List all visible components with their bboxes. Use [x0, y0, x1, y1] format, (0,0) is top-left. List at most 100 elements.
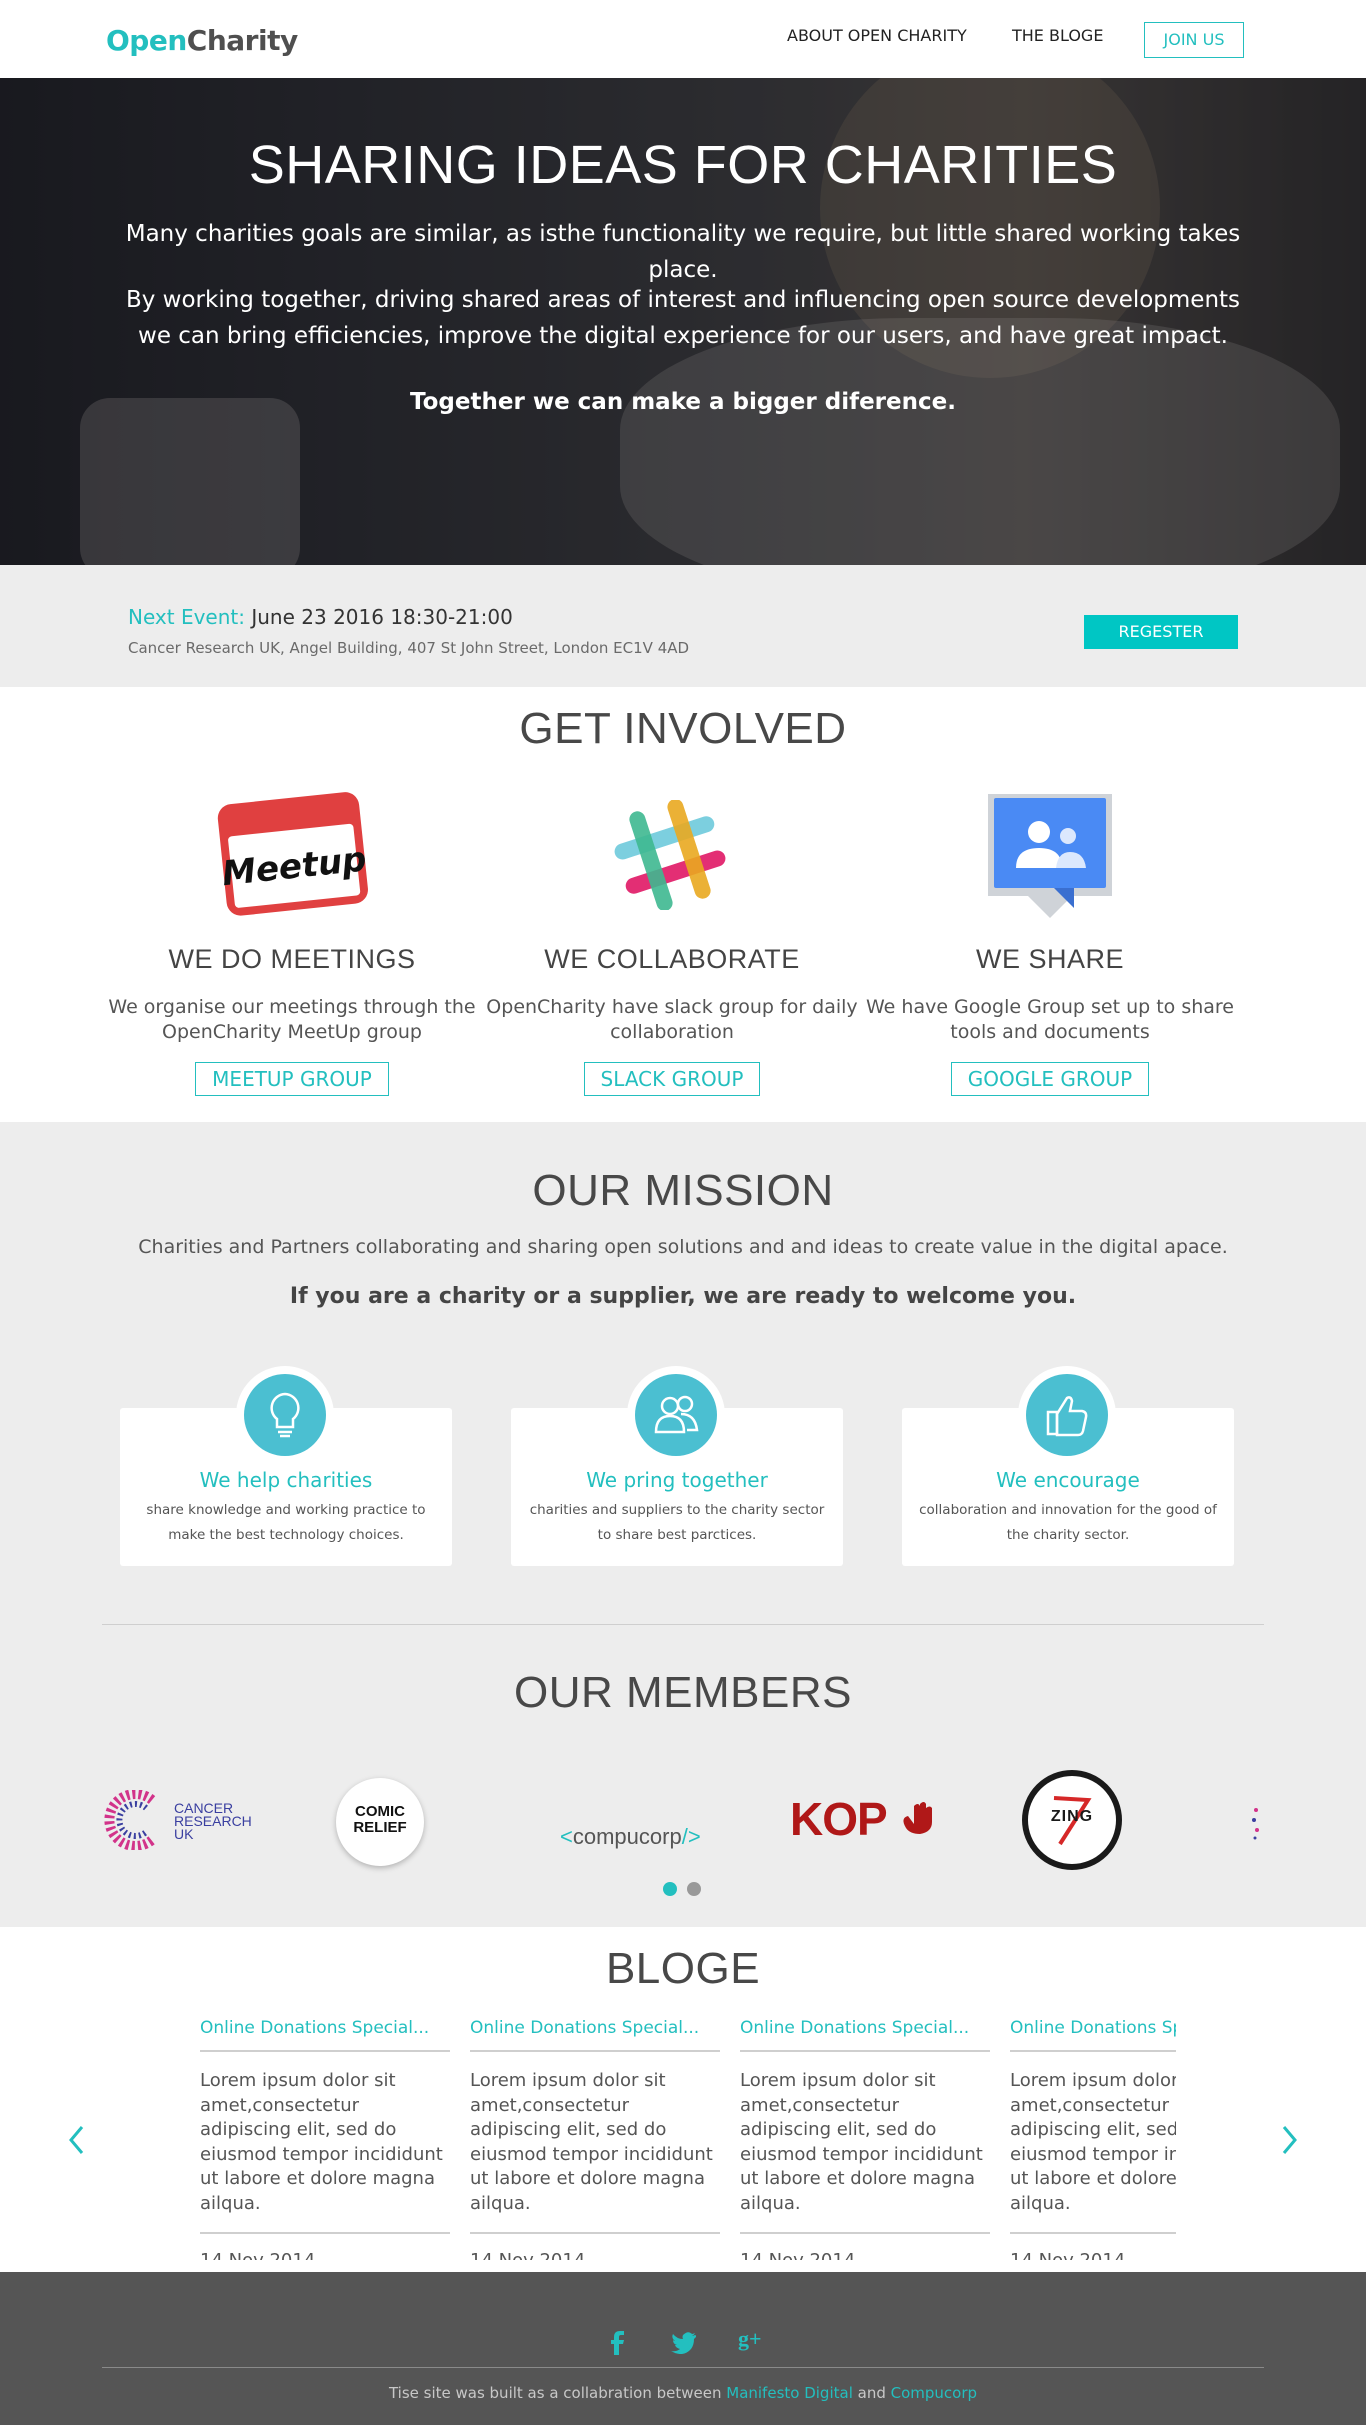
blog-divider — [200, 2232, 450, 2234]
google-plus-icon[interactable]: g+ — [738, 2326, 762, 2352]
collaborate-description: OpenCharity have slack group for daily c… — [486, 996, 858, 1043]
card-text: charities and suppliers to the charity s… — [529, 1502, 825, 1543]
member-logo-comic-relief[interactable]: COMIC RELIEF — [336, 1778, 424, 1866]
blog-post-title[interactable]: Online Donations Special... — [1010, 2018, 1176, 2038]
card-title: We help charities — [199, 1468, 373, 1492]
comic-line-1: COMIC — [355, 1803, 405, 1820]
member-logo-compucorp[interactable]: <compucorp/> — [560, 1824, 701, 1850]
blog-divider — [200, 2050, 450, 2052]
footer-text: and — [852, 2384, 891, 2402]
mission-title: OUR MISSION — [532, 1166, 834, 1215]
mission-card: We encourage collaboration and innovatio… — [902, 1366, 1234, 1566]
blog-post[interactable]: Online Donations Special... Lorem ipsum … — [740, 2018, 990, 2260]
card-text: share knowledge and working practice to … — [146, 1502, 426, 1543]
blog-carousel: Online Donations Special... Lorem ipsum … — [200, 2010, 1176, 2260]
partial-logo-icon — [1252, 1808, 1259, 1840]
kop-hand-icon — [903, 1802, 932, 1834]
mission-line-1: Charities and Partners collaborating and… — [138, 1236, 1228, 1258]
compucorp-link[interactable]: Compucorp — [891, 2384, 977, 2402]
blog-divider — [1010, 2232, 1176, 2234]
hero-paragraph-2: By working together, driving shared area… — [125, 287, 1241, 349]
blog-divider — [470, 2232, 720, 2234]
twitter-icon[interactable] — [670, 2332, 696, 2354]
members-title: OUR MEMBERS — [514, 1668, 852, 1717]
blog-post[interactable]: Online Donations Special... Lorem ipsum … — [1010, 2018, 1176, 2260]
event-address: Cancer Research UK, Angel Building, 407 … — [128, 639, 690, 657]
blog-post-date: 14 Nov 2014 — [470, 2250, 720, 2260]
blog-divider — [1010, 2050, 1176, 2052]
blog-post-body: Lorem ipsum dolor sit amet,consectetur a… — [740, 2070, 983, 2214]
chevron-right-icon[interactable] — [1278, 2124, 1300, 2156]
get-involved-title: GET INVOLVED — [519, 704, 847, 753]
site-header: OpenCharity ABOUT OPEN CHARITY THE BLOGE… — [0, 0, 1366, 78]
meetup-logo-icon: Meetup — [217, 792, 368, 916]
card-icon-circle — [627, 1366, 725, 1464]
site-footer: g+ Tise site was built as a collabration… — [0, 2272, 1366, 2425]
join-us-button[interactable]: JOIN US — [1144, 22, 1244, 58]
blog-post-body: Lorem ipsum dolor sit amet,consectetur a… — [200, 2070, 443, 2214]
carousel-dot-active[interactable] — [663, 1882, 677, 1896]
mission-section: OUR MISSION Charities and Partners colla… — [0, 1122, 1366, 1927]
share-column: WE SHARE We have Google Group set up to … — [860, 944, 1240, 1096]
blog-title: BLOGE — [605, 1944, 761, 1993]
google-group-button[interactable]: GOOGLE GROUP — [950, 1062, 1150, 1096]
meetup-group-button[interactable]: MEETUP GROUP — [195, 1062, 389, 1096]
carousel-dot[interactable] — [687, 1882, 701, 1896]
meetings-description: We organise our meetings through the Ope… — [108, 996, 476, 1043]
kop-text: KOP — [790, 1793, 888, 1845]
member-logo-cancer-research[interactable]: CANCER RESEARCH UK — [102, 1790, 262, 1850]
blog-post-date: 14 Nov 2014 — [1010, 2250, 1176, 2260]
collaborate-heading: WE COLLABORATE — [544, 944, 800, 974]
nav-about[interactable]: ABOUT OPEN CHARITY — [787, 26, 967, 45]
meetings-column: WE DO MEETINGS We organise our meetings … — [102, 944, 482, 1096]
next-event-bar: Next Event: June 23 2016 18:30-21:00 Can… — [0, 565, 1366, 687]
member-logo-zing[interactable]: ZING — [1022, 1770, 1122, 1870]
footer-text: Tise site was built as a collabration be… — [388, 2384, 727, 2402]
share-description: We have Google Group set up to share too… — [866, 996, 1234, 1043]
event-date: June 23 2016 18:30-21:00 — [251, 605, 513, 629]
logo-open: Open — [106, 24, 187, 57]
facebook-icon[interactable] — [608, 2330, 626, 2356]
footer-divider — [102, 2367, 1264, 2368]
event-line: Next Event: June 23 2016 18:30-21:00 — [128, 605, 513, 629]
hero-title: SHARING IDEAS FOR CHARITIES — [248, 135, 1118, 195]
card-icon-circle — [236, 1366, 334, 1464]
blog-post[interactable]: Online Donations Special... Lorem ipsum … — [470, 2018, 720, 2260]
compucorp-text: compucorp — [572, 1824, 682, 1849]
footer-credit: Tise site was built as a collabration be… — [0, 2384, 1366, 2402]
mission-card: We help charities share knowledge and wo… — [120, 1366, 452, 1566]
lightbulb-icon — [270, 1392, 300, 1438]
blog-post-title[interactable]: Online Donations Special... — [470, 2018, 720, 2038]
member-logo-kop[interactable]: KOP — [790, 1792, 950, 1852]
share-heading: WE SHARE — [975, 944, 1125, 974]
hero-paragraph-1: Many charities goals are similar, as ist… — [125, 221, 1241, 283]
blog-post-title[interactable]: Online Donations Special... — [740, 2018, 990, 2038]
comic-line-2: RELIEF — [353, 1819, 407, 1836]
blog-post-title[interactable]: Online Donations Special... — [200, 2018, 450, 2038]
blog-post-body: Lorem ipsum dolor sit amet,consectetur a… — [1010, 2070, 1176, 2214]
mission-card: We pring together charities and supplier… — [511, 1366, 843, 1566]
blog-post-date: 14 Nov 2014 — [200, 2250, 450, 2260]
chevron-left-icon[interactable] — [66, 2124, 88, 2156]
compucorp-bracket-right: /> — [681, 1824, 701, 1849]
slack-group-button[interactable]: SLACK GROUP — [583, 1062, 761, 1096]
event-label: Next Event: — [128, 605, 245, 629]
card-icon-circle — [1018, 1366, 1116, 1464]
cancer-research-icon — [104, 1790, 156, 1850]
people-icon — [654, 1395, 699, 1434]
card-title: We encourage — [996, 1468, 1140, 1492]
logo-charity: Charity — [186, 24, 298, 57]
meetings-heading: WE DO MEETINGS — [168, 944, 416, 974]
register-button[interactable]: REGESTER — [1084, 615, 1238, 649]
blog-post[interactable]: Online Donations Special... Lorem ipsum … — [200, 2018, 450, 2260]
mission-line-2: If you are a charity or a supplier, we a… — [289, 1284, 1077, 1309]
hero-paragraph-3: Together we can make a bigger diference. — [410, 389, 956, 415]
manifesto-digital-link[interactable]: Manifesto Digital — [726, 2384, 853, 2402]
blog-divider — [470, 2050, 720, 2052]
cancer-line-3: UK — [174, 1826, 194, 1842]
card-title: We pring together — [586, 1468, 768, 1492]
blog-post-date: 14 Nov 2014 — [740, 2250, 990, 2260]
thumbs-up-icon — [1046, 1396, 1088, 1437]
logo[interactable]: OpenCharity — [106, 24, 298, 57]
nav-bloge[interactable]: THE BLOGE — [1012, 26, 1103, 45]
